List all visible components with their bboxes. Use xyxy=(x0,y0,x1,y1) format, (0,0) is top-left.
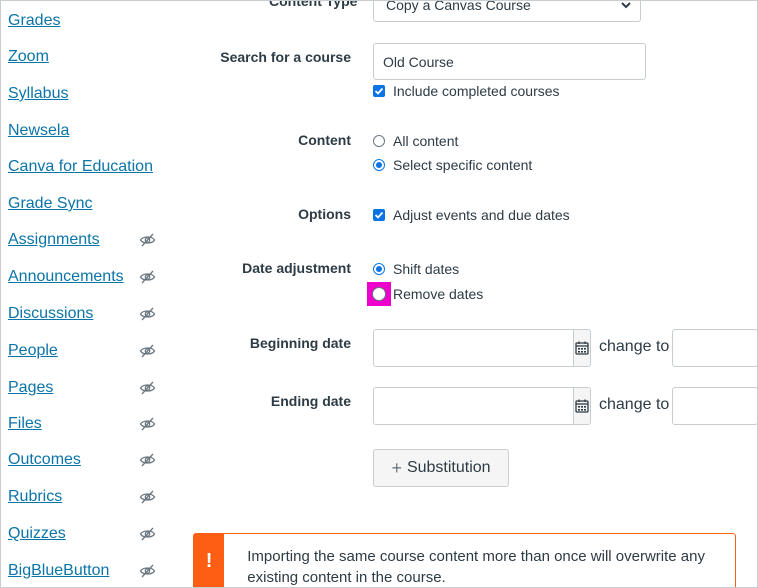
add-substitution-button[interactable]: + Substitution xyxy=(373,449,509,487)
shift-dates-label: Shift dates xyxy=(393,261,460,277)
eye-slash-icon xyxy=(139,453,156,467)
ending-date-picker[interactable] xyxy=(373,387,591,425)
adjust-dates-label: Adjust events and due dates xyxy=(393,207,570,223)
eye-slash-icon xyxy=(139,270,156,284)
include-completed-checkbox-row[interactable]: Include completed courses xyxy=(373,83,560,99)
specific-content-radio[interactable] xyxy=(373,159,385,171)
sidebar-item-newsela[interactable]: Newsela xyxy=(8,119,156,143)
remove-dates-radio[interactable] xyxy=(372,287,386,301)
search-course-label: Search for a course xyxy=(220,49,351,65)
eye-slash-icon xyxy=(139,344,156,358)
content-type-select[interactable]: Copy a Canvas Course xyxy=(373,0,641,22)
course-navigation-sidebar: Grades Zoom Syllabus Newsela Canva for E… xyxy=(1,1,166,587)
sidebar-item-syllabus[interactable]: Syllabus xyxy=(8,82,156,106)
sidebar-item-discussions[interactable]: Discussions xyxy=(8,302,156,326)
options-label: Options xyxy=(298,206,351,222)
sidebar-item-label[interactable]: Syllabus xyxy=(8,85,68,103)
calendar-icon xyxy=(575,341,589,355)
date-adjustment-label: Date adjustment xyxy=(242,260,351,276)
content-type-value: Copy a Canvas Course xyxy=(386,0,531,13)
warning-icon: ! xyxy=(205,550,213,572)
sidebar-item-grades[interactable]: Grades xyxy=(8,9,156,33)
include-completed-label: Include completed courses xyxy=(393,83,560,99)
eye-slash-icon xyxy=(139,417,156,431)
ending-change-to-label: change to xyxy=(599,396,670,413)
eye-slash-icon xyxy=(139,527,156,541)
search-course-input[interactable] xyxy=(373,43,646,80)
all-content-label: All content xyxy=(393,133,459,149)
eye-slash-icon xyxy=(139,381,156,395)
substitution-label: Substitution xyxy=(406,459,491,476)
sidebar-item-pages[interactable]: Pages xyxy=(8,376,156,400)
beginning-date-input[interactable] xyxy=(374,330,573,366)
adjust-dates-checkbox-row[interactable]: Adjust events and due dates xyxy=(373,207,570,223)
include-completed-checkbox[interactable] xyxy=(373,85,385,97)
warning-alert: ! Importing the same course content more… xyxy=(193,533,736,587)
sidebar-item-label[interactable]: Pages xyxy=(8,379,53,397)
eye-slash-icon xyxy=(139,490,156,504)
beginning-date-picker[interactable] xyxy=(373,329,591,367)
sidebar-item-label[interactable]: Outcomes xyxy=(8,451,81,469)
beginning-date-calendar-button[interactable] xyxy=(573,330,590,366)
ending-date-label: Ending date xyxy=(270,393,351,409)
eye-slash-icon xyxy=(139,307,156,321)
sidebar-item-label[interactable]: Newsela xyxy=(8,122,69,140)
all-content-radio[interactable] xyxy=(373,135,385,147)
calendar-icon xyxy=(575,399,589,413)
remove-dates-radio-highlight[interactable] xyxy=(367,282,391,306)
sidebar-item-zoom[interactable]: Zoom xyxy=(8,45,156,69)
remove-dates-radio-row[interactable]: Remove dates xyxy=(393,286,483,302)
beginning-change-to-label: change to xyxy=(599,338,670,355)
sidebar-item-rubrics[interactable]: Rubrics xyxy=(8,485,156,509)
sidebar-item-files[interactable]: Files xyxy=(8,412,156,436)
sidebar-item-announcements[interactable]: Announcements xyxy=(8,265,156,289)
sidebar-item-label[interactable]: Rubrics xyxy=(8,488,62,506)
remove-dates-label: Remove dates xyxy=(393,286,484,302)
sidebar-item-label[interactable]: Quizzes xyxy=(8,525,66,543)
checkmark-icon xyxy=(374,87,384,95)
ending-change-to-input[interactable] xyxy=(672,387,757,425)
specific-content-label: Select specific content xyxy=(393,157,533,173)
sidebar-item-label[interactable]: Files xyxy=(8,415,42,433)
alert-icon-column: ! xyxy=(194,534,225,587)
sidebar-item-label[interactable]: Announcements xyxy=(8,268,124,286)
specific-content-radio-row[interactable]: Select specific content xyxy=(373,157,532,173)
adjust-dates-checkbox[interactable] xyxy=(373,209,385,221)
sidebar-item-quizzes[interactable]: Quizzes xyxy=(8,522,156,546)
ending-date-input[interactable] xyxy=(374,388,573,424)
alert-message: Importing the same course content more t… xyxy=(247,548,705,586)
content-label: Content xyxy=(298,132,351,148)
checkmark-icon xyxy=(374,211,384,219)
eye-slash-icon xyxy=(139,564,156,578)
sidebar-item-label[interactable]: BigBlueButton xyxy=(8,562,109,580)
all-content-radio-row[interactable]: All content xyxy=(373,133,458,149)
sidebar-item-label[interactable]: Discussions xyxy=(8,305,93,323)
content-type-label: Content Type xyxy=(269,0,358,9)
beginning-change-to-input[interactable] xyxy=(672,329,757,367)
sidebar-item-label[interactable]: People xyxy=(8,342,58,360)
course-import-page: Grades Zoom Syllabus Newsela Canva for E… xyxy=(0,0,758,588)
sidebar-item-assignments[interactable]: Assignments xyxy=(8,228,156,252)
sidebar-item-bigbluebutton[interactable]: BigBlueButton xyxy=(8,559,156,583)
sidebar-item-grade-sync[interactable]: Grade Sync xyxy=(8,192,156,216)
eye-slash-icon xyxy=(139,233,156,247)
sidebar-item-label[interactable]: Canva for Education xyxy=(8,158,153,176)
sidebar-item-people[interactable]: People xyxy=(8,339,156,363)
sidebar-item-label[interactable]: Zoom xyxy=(8,48,49,66)
sidebar-item-label[interactable]: Grade Sync xyxy=(8,195,92,213)
sidebar-item-outcomes[interactable]: Outcomes xyxy=(8,448,156,472)
sidebar-item-label[interactable]: Assignments xyxy=(8,231,100,249)
sidebar-item-label[interactable]: Grades xyxy=(8,12,60,30)
plus-icon: + xyxy=(391,457,402,478)
sidebar-item-canva[interactable]: Canva for Education xyxy=(8,155,156,179)
beginning-date-label: Beginning date xyxy=(249,335,351,351)
shift-dates-radio-row[interactable]: Shift dates xyxy=(373,261,459,277)
ending-date-calendar-button[interactable] xyxy=(573,388,590,424)
shift-dates-radio[interactable] xyxy=(373,263,385,275)
chevron-down-icon xyxy=(621,2,631,9)
